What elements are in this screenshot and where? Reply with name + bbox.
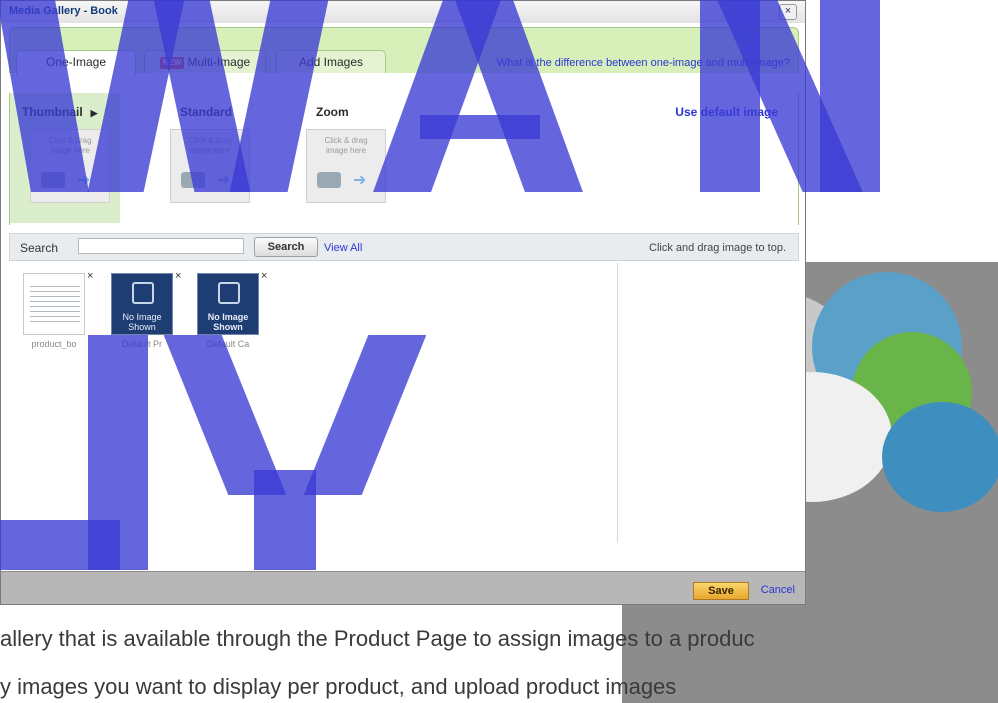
tab-multi-image[interactable]: NEW Multi-Image <box>144 50 266 73</box>
tab-one-image[interactable]: One-Image <box>16 50 136 74</box>
view-all-link[interactable]: View All <box>324 242 362 254</box>
zoom-drop-zone[interactable]: Click & drag image here ➜ <box>306 129 386 203</box>
close-button[interactable]: × <box>779 4 797 20</box>
save-button[interactable]: Save <box>693 582 749 600</box>
search-button[interactable]: Search <box>254 237 318 257</box>
camera-icon <box>181 172 205 188</box>
slot-thumbnail: Thumbnail ▶ Click & drag image here ➜ <box>10 93 120 223</box>
image-thumbnail[interactable]: No Image Shown <box>197 273 259 335</box>
slot-standard-label: Standard <box>180 105 233 119</box>
image-slots: Thumbnail ▶ Click & drag image here ➜ Sta… <box>9 93 799 225</box>
tab-bar: One-Image NEW Multi-Image Add Images What… <box>9 27 799 74</box>
document-preview-icon <box>30 282 80 322</box>
list-item: No Image Shown × Default Ca <box>197 270 267 363</box>
dialog-title: Media Gallery - Book <box>9 5 118 17</box>
help-link[interactable]: What is the difference between one-image… <box>497 57 790 69</box>
slot-zoom-label: Zoom <box>316 105 349 119</box>
search-input[interactable] <box>78 238 244 254</box>
drop-zone-text: Click & drag image here <box>48 136 92 155</box>
image-library: × product_bo No Image Shown × Default Pr… <box>9 263 617 543</box>
image-thumbnail[interactable]: No Image Shown <box>111 273 173 335</box>
play-arrow-icon: ▶ <box>90 108 98 118</box>
arrow-right-icon: ➜ <box>77 172 91 189</box>
cancel-link[interactable]: Cancel <box>761 584 795 596</box>
media-gallery-dialog: Media Gallery - Book × One-Image NEW Mult… <box>0 0 806 605</box>
use-default-image-link[interactable]: Use default image <box>675 105 778 119</box>
image-caption: Default Ca <box>206 339 250 349</box>
tab-add-images[interactable]: Add Images <box>276 50 386 73</box>
tab-add-images-label: Add Images <box>298 55 364 69</box>
thumbnail-drop-zone[interactable]: Click & drag image here ➜ <box>30 129 110 203</box>
body-text-line-2: y images you want to display per product… <box>0 674 677 699</box>
remove-image-icon[interactable]: × <box>261 270 267 282</box>
standard-drop-zone[interactable]: Click & drag image here ➜ <box>170 129 250 203</box>
image-thumbnail[interactable] <box>23 273 85 335</box>
slot-thumbnail-label: Thumbnail <box>22 105 83 119</box>
drag-target-pane <box>617 263 799 543</box>
list-item: No Image Shown × Default Pr <box>111 270 181 363</box>
tab-multi-image-label: Multi-Image <box>187 55 251 69</box>
search-bar: Search Search View All Click and drag im… <box>9 233 799 261</box>
drop-zone-text: Click & drag image here <box>188 136 232 155</box>
drag-hint: Click and drag image to top. <box>649 242 786 254</box>
image-caption: Default Pr <box>121 339 163 349</box>
drop-zone-text: Click & drag image here <box>324 136 368 155</box>
slot-standard: Standard Click & drag image here ➜ <box>150 93 260 223</box>
camera-icon <box>317 172 341 188</box>
body-text-line-1: allery that is available through the Pro… <box>0 626 755 651</box>
image-caption: product_bo <box>31 339 77 349</box>
remove-image-icon[interactable]: × <box>175 270 181 282</box>
dialog-titlebar: Media Gallery - Book × <box>1 1 805 23</box>
arrow-right-icon: ➜ <box>353 172 367 189</box>
remove-image-icon[interactable]: × <box>87 270 93 282</box>
dialog-footer: Save Cancel <box>1 571 805 604</box>
picture-icon <box>218 282 240 304</box>
search-label: Search <box>20 241 59 255</box>
arrow-right-icon: ➜ <box>217 172 231 189</box>
list-item: × product_bo <box>23 270 93 363</box>
picture-icon <box>132 282 154 304</box>
slot-zoom: Zoom Click & drag image here ➜ <box>286 93 396 223</box>
new-badge: NEW <box>159 57 185 69</box>
tab-one-image-label: One-Image <box>45 55 107 69</box>
camera-icon <box>41 172 65 188</box>
no-image-text: No Image Shown <box>122 312 162 332</box>
no-image-text: No Image Shown <box>207 312 249 332</box>
